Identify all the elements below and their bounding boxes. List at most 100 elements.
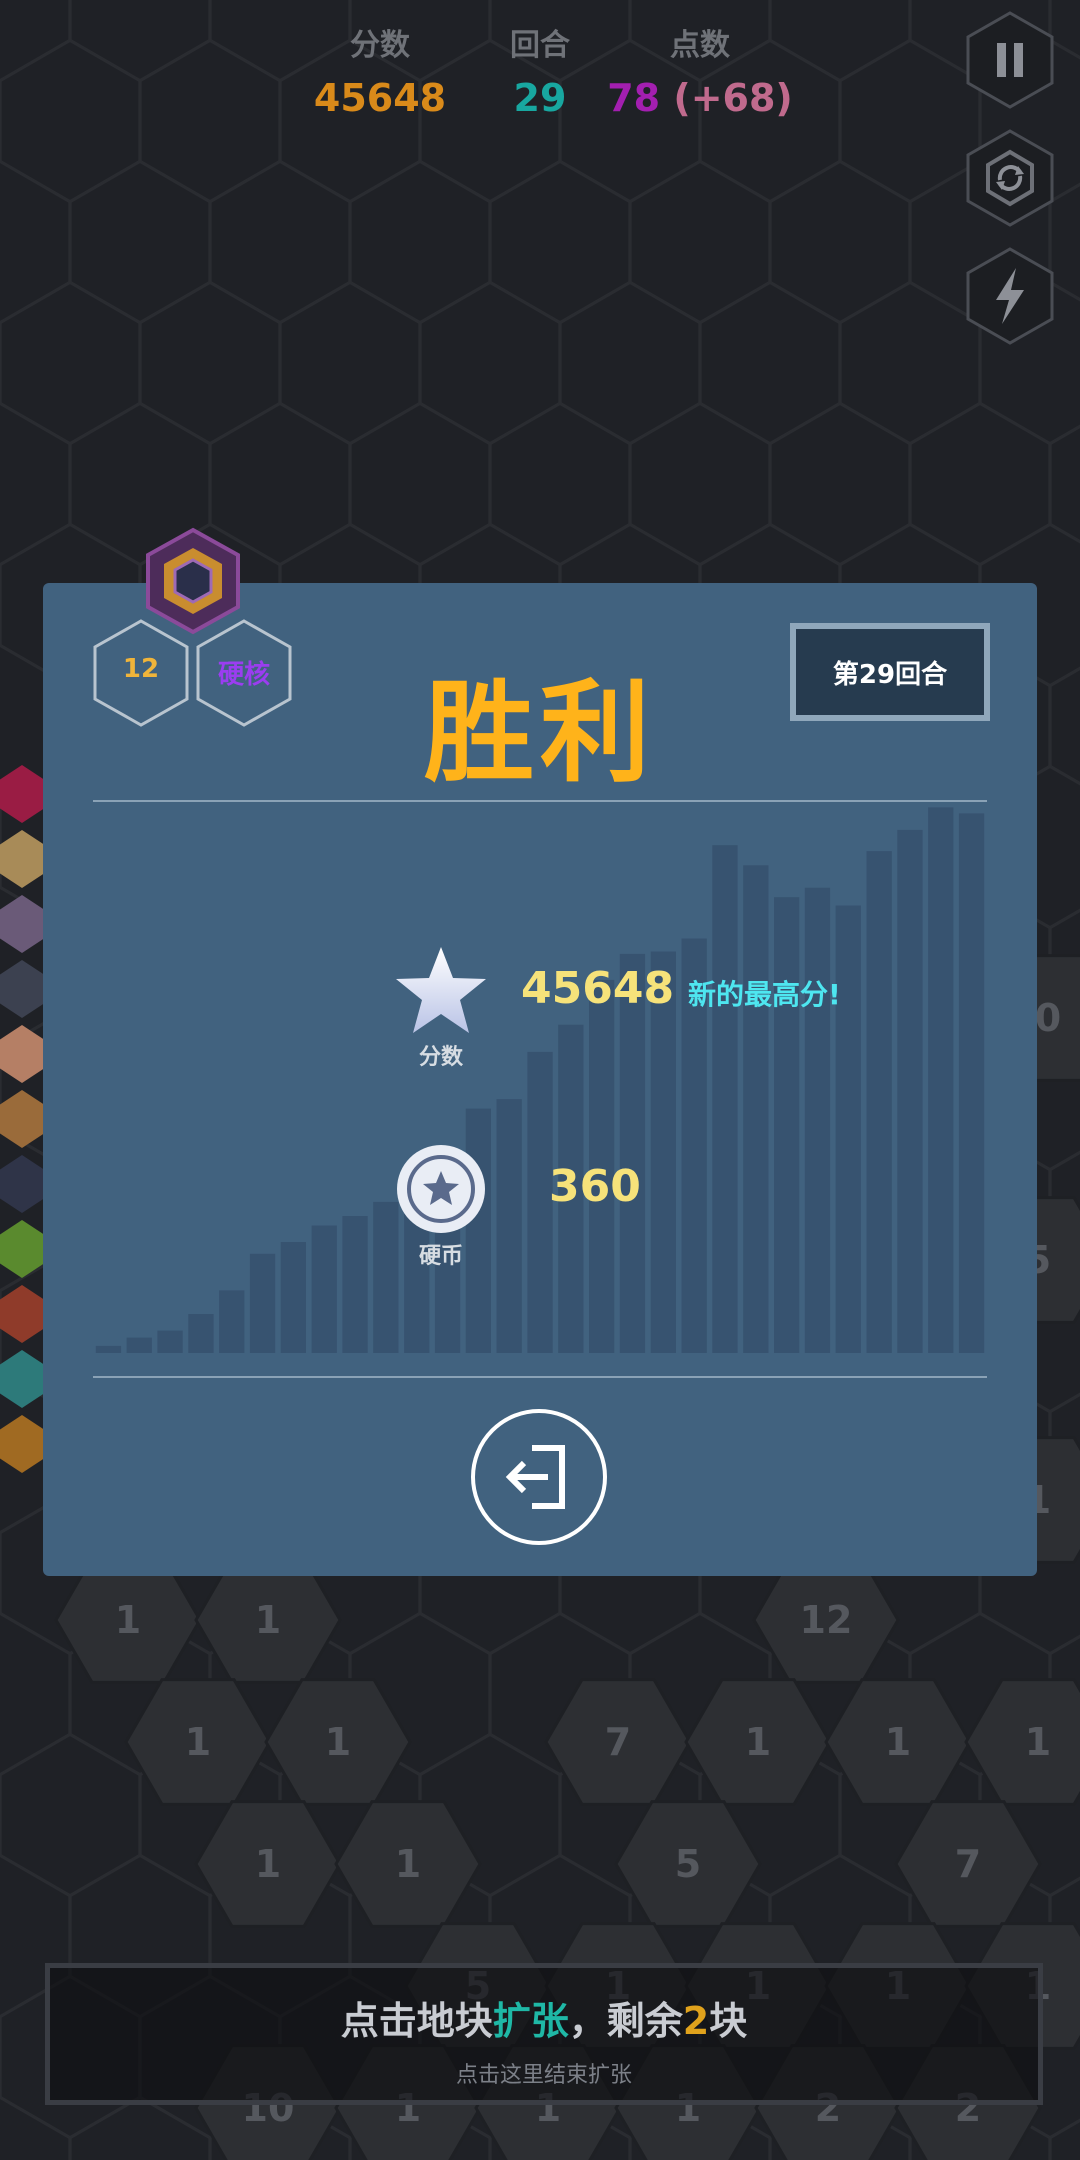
bg-hex-cell xyxy=(209,160,351,324)
board-tile-label: 7 xyxy=(605,1720,631,1764)
chart-bar xyxy=(311,1225,337,1353)
victory-panel: 胜利 第29回合 分数 45648 新的最高分! 硬币 360 xyxy=(43,583,1037,1576)
board-tile[interactable]: 1 xyxy=(54,1556,202,1684)
chart-bar xyxy=(958,813,985,1353)
exit-icon xyxy=(505,1445,565,1509)
round-indicator: 第29回合 xyxy=(790,623,990,721)
bg-hex-cell xyxy=(0,281,141,445)
bg-hex-cell xyxy=(349,402,491,566)
board-tile-hex xyxy=(964,1678,1080,1806)
chart-bar xyxy=(280,1242,306,1353)
prompt-prefix: 点击地块 xyxy=(340,1999,493,2043)
board-tile-label: 5 xyxy=(675,1842,701,1886)
board-tile-label: 1 xyxy=(745,1720,771,1764)
chart-bar xyxy=(126,1337,152,1353)
end-expansion-hint: 点击这里结束扩张 xyxy=(455,2063,632,2088)
board-tile-label: 1 xyxy=(885,1720,911,1764)
chart-bar xyxy=(219,1290,245,1353)
board-tile[interactable]: 5 xyxy=(614,1800,762,1928)
hud-points: 点数 78 (+68) xyxy=(590,20,810,120)
hud-points-bonus: (+68) xyxy=(673,76,793,120)
board-tile[interactable]: 1 xyxy=(334,1800,482,1928)
bg-hex-cell xyxy=(559,281,701,445)
chart-bar xyxy=(95,1345,122,1353)
board-tile[interactable]: 1 xyxy=(194,1800,342,1928)
score-history-chart xyxy=(95,807,985,1353)
refresh-button[interactable] xyxy=(960,128,1060,228)
exit-button[interactable] xyxy=(470,1408,608,1546)
chart-bar xyxy=(496,1099,522,1353)
bg-hex-cell xyxy=(279,281,421,445)
pause-button[interactable] xyxy=(960,10,1060,110)
panel-divider-bottom xyxy=(93,1376,987,1378)
board-tile[interactable]: 1 xyxy=(824,1678,972,1806)
chart-bar xyxy=(249,1253,276,1353)
bg-hex-cell xyxy=(629,160,771,324)
hud-points-label: 点数 xyxy=(670,28,730,63)
board-tile-label: 7 xyxy=(955,1842,981,1886)
bg-hex-cell xyxy=(769,160,911,324)
hud-points-display: 78 (+68) xyxy=(590,76,810,120)
board-tile[interactable]: 1 xyxy=(124,1678,272,1806)
bg-hex-cell xyxy=(489,160,631,324)
chart-bar xyxy=(342,1216,368,1353)
board-tile-label: 1 xyxy=(1025,1720,1051,1764)
chart-bar xyxy=(188,1314,214,1353)
bg-hex-cell xyxy=(839,281,981,445)
board-tile[interactable]: 7 xyxy=(544,1678,692,1806)
board-tile[interactable]: 12 xyxy=(752,1556,900,1684)
chart-bar xyxy=(774,897,800,1353)
bg-hex-cell xyxy=(699,281,841,445)
board-tile-label: 1 xyxy=(255,1598,281,1642)
bg-hex-cell xyxy=(139,281,281,445)
board-tile-label: 1 xyxy=(185,1720,211,1764)
board-tile[interactable]: 1 xyxy=(964,1678,1080,1806)
bg-hex-cell xyxy=(349,160,491,324)
bg-hex-cell xyxy=(0,1733,141,1897)
board-tile-label: 1 xyxy=(395,1842,421,1886)
bg-hex-cell xyxy=(629,402,771,566)
chart-bar xyxy=(928,807,954,1353)
pause-icon xyxy=(966,11,1054,109)
bg-hex-cell xyxy=(419,281,561,445)
board-tile-label: 1 xyxy=(325,1720,351,1764)
bg-hex-cell xyxy=(69,160,211,324)
end-expansion-button[interactable]: 点击地块扩张，剩余2块 点击这里结束扩张 xyxy=(45,1963,1043,2105)
chart-bar xyxy=(157,1330,183,1353)
score-caption: 分数 xyxy=(418,1045,463,1070)
lightning-button[interactable] xyxy=(960,246,1060,346)
chart-bar xyxy=(866,851,892,1353)
expansion-prompt: 点击地块扩张，剩余2块 xyxy=(50,1990,1038,2045)
chart-bar xyxy=(712,845,738,1353)
bg-hex-cell xyxy=(0,160,71,324)
bg-hex-cell xyxy=(69,2096,211,2160)
coin-value: 360 xyxy=(549,1161,641,1212)
hud-bar: 分数 45648 回合 29 点数 78 (+68) xyxy=(0,20,1080,130)
lightning-icon xyxy=(966,247,1054,345)
board-tile-label: 1 xyxy=(255,1842,281,1886)
bg-hex-cell xyxy=(0,402,71,566)
bg-hex-cell xyxy=(0,2096,71,2160)
prompt-suffix: 块 xyxy=(709,1999,748,2043)
star-icon xyxy=(396,947,486,1033)
bg-hex-cell xyxy=(489,402,631,566)
bg-hex-cell xyxy=(769,402,911,566)
board-tile[interactable]: 1 xyxy=(684,1678,832,1806)
refresh-icon xyxy=(966,129,1054,227)
board-tile-label: 0 xyxy=(1035,996,1061,1040)
board-tile[interactable]: 1 xyxy=(264,1678,412,1806)
final-score-value: 45648 xyxy=(521,963,675,1014)
hud-points-value: 78 xyxy=(607,76,661,120)
coin-caption: 硬币 xyxy=(418,1244,463,1269)
prompt-middle: ，剩余 xyxy=(568,1999,683,2043)
prompt-count: 2 xyxy=(682,1999,710,2043)
board-tile-label: 12 xyxy=(800,1598,853,1642)
chart-bar xyxy=(897,829,923,1353)
bg-hex-cell xyxy=(909,402,1051,566)
level-badge: 12 xyxy=(122,654,160,684)
chart-bar xyxy=(743,865,769,1353)
board-tile[interactable]: 7 xyxy=(894,1800,1042,1928)
board-tile[interactable]: 1 xyxy=(194,1556,342,1684)
prompt-action: 扩张 xyxy=(492,1999,569,2043)
new-highscore-text: 新的最高分! xyxy=(688,978,841,1011)
